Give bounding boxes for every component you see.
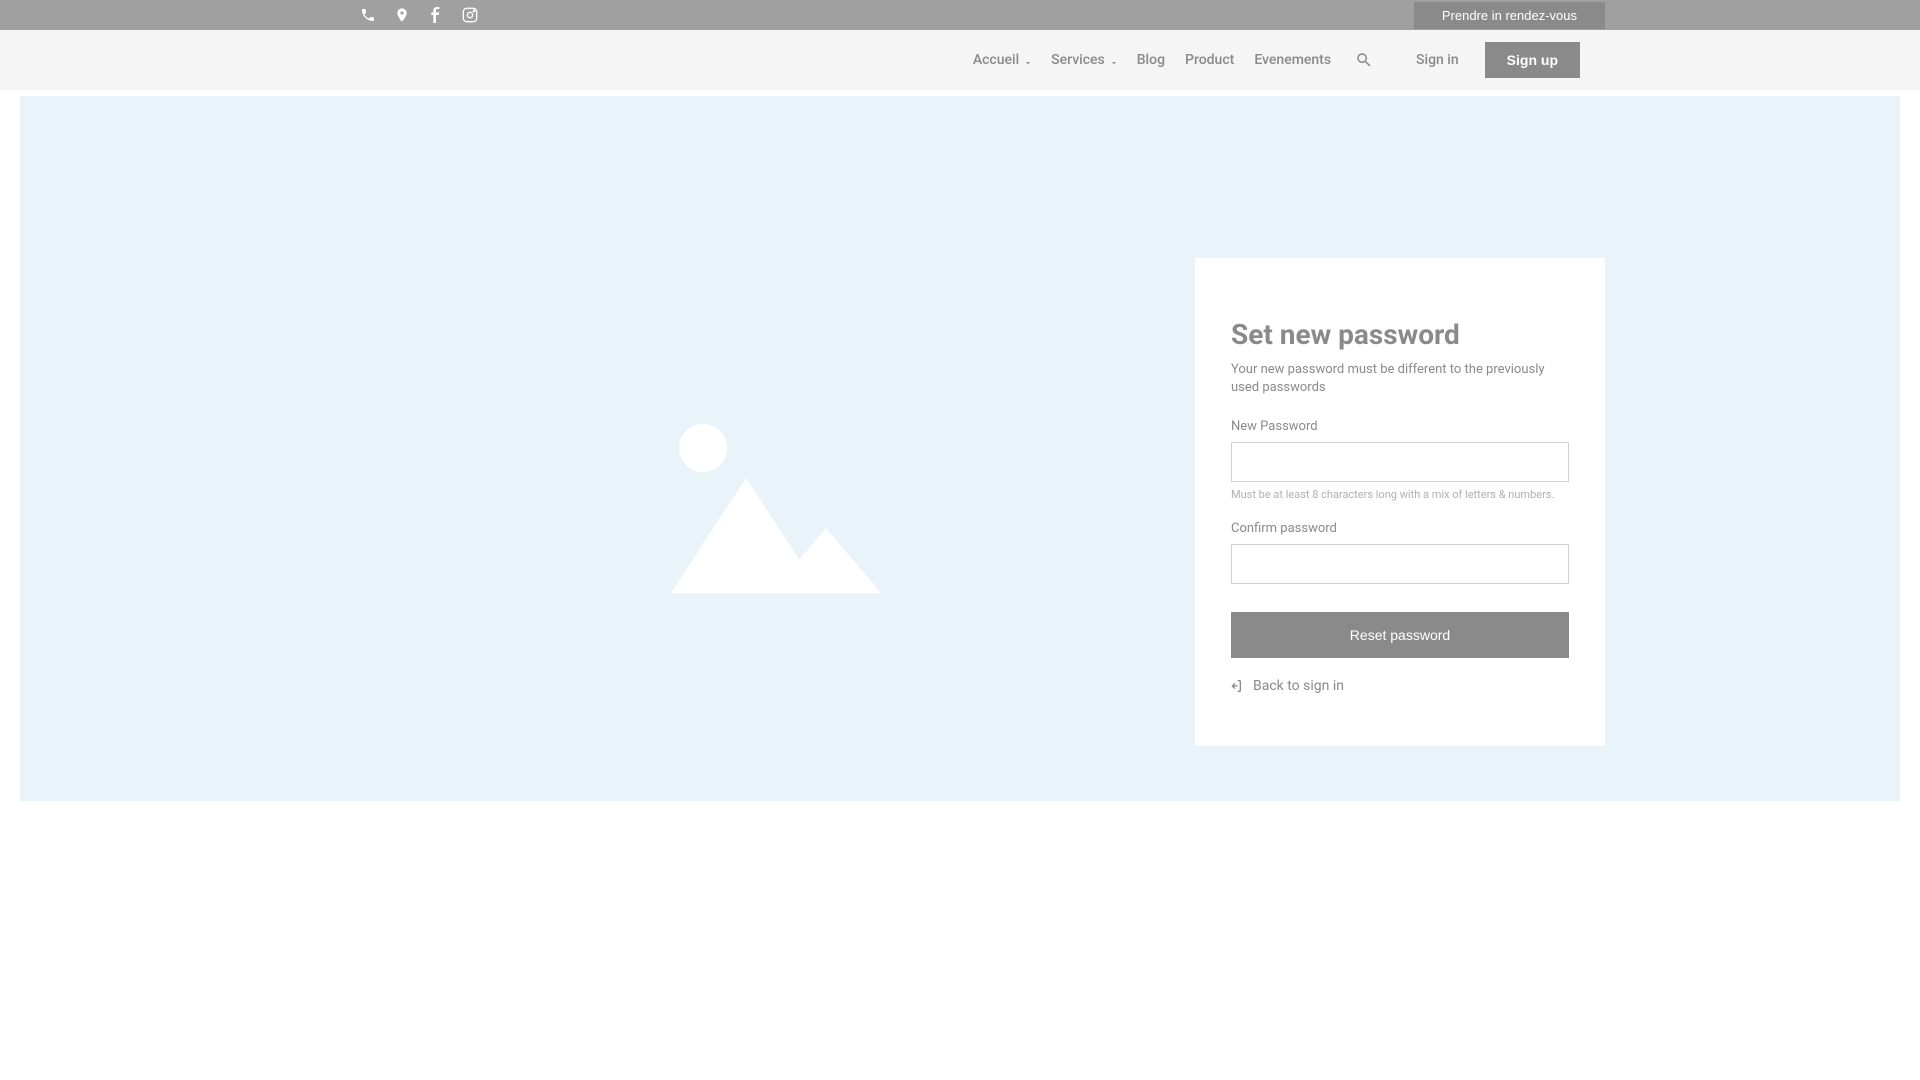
nav-item-label: Accueil <box>973 52 1019 68</box>
signup-button[interactable]: Sign up <box>1485 42 1580 78</box>
nav-item-label: Blog <box>1137 52 1165 68</box>
nav-item-label: Product <box>1185 52 1234 68</box>
nav-product[interactable]: Product <box>1181 46 1238 74</box>
signin-link[interactable]: Sign in <box>1416 52 1459 68</box>
form-title: Set new password <box>1231 318 1569 351</box>
back-to-signin-link[interactable]: Back to sign in <box>1231 678 1569 694</box>
phone-icon[interactable] <box>360 7 376 23</box>
nav-items: Accueil Services Blog Product Evenements <box>969 46 1373 74</box>
confirm-password-label: Confirm password <box>1231 521 1569 536</box>
form-subtitle: Your new password must be different to t… <box>1231 361 1569 397</box>
back-arrow-icon <box>1231 678 1247 694</box>
main-header: Accueil Services Blog Product Evenements… <box>0 30 1920 90</box>
hero-image-area <box>20 96 1195 801</box>
reset-password-button[interactable]: Reset password <box>1231 612 1569 658</box>
instagram-icon[interactable] <box>462 7 478 23</box>
chevron-down-icon <box>1023 56 1031 64</box>
main-content: Set new password Your new password must … <box>0 90 1920 1080</box>
nav-services[interactable]: Services <box>1047 46 1121 74</box>
chevron-down-icon <box>1109 56 1117 64</box>
back-link-label: Back to sign in <box>1253 678 1344 694</box>
search-icon[interactable] <box>1355 51 1373 69</box>
nav-blog[interactable]: Blog <box>1133 46 1169 74</box>
social-icons-group <box>360 7 478 23</box>
password-hint: Must be at least 8 characters long with … <box>1231 488 1569 502</box>
location-icon[interactable] <box>394 7 410 23</box>
top-bar: Prendre in rendez-vous <box>0 0 1920 30</box>
placeholder-image <box>20 96 1195 801</box>
password-reset-card: Set new password Your new password must … <box>1195 258 1605 746</box>
nav-evenements[interactable]: Evenements <box>1250 46 1335 74</box>
new-password-input[interactable] <box>1231 442 1569 482</box>
nav-item-label: Services <box>1051 52 1105 68</box>
facebook-icon[interactable] <box>428 7 444 23</box>
confirm-password-input[interactable] <box>1231 544 1569 584</box>
nav-item-label: Evenements <box>1254 52 1331 68</box>
hero-section: Set new password Your new password must … <box>20 96 1900 801</box>
nav-accueil[interactable]: Accueil <box>969 46 1035 74</box>
new-password-label: New Password <box>1231 419 1569 434</box>
appointment-button[interactable]: Prendre in rendez-vous <box>1414 2 1605 29</box>
